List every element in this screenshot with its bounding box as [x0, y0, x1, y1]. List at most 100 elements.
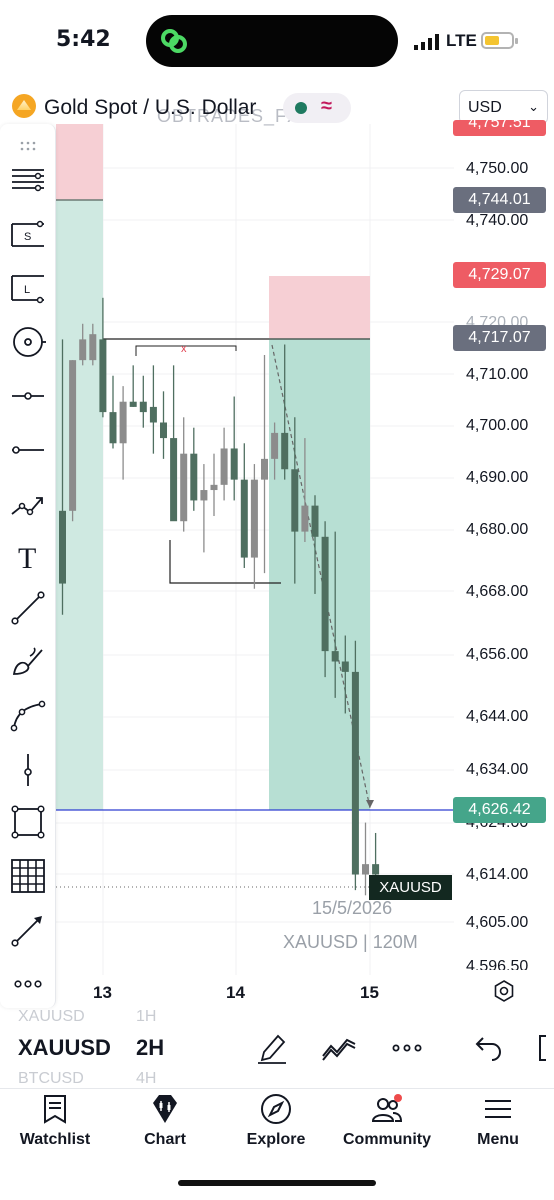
price-label: 4,700.00: [466, 417, 529, 434]
candle-body: [362, 864, 369, 875]
candle-body: [119, 401, 127, 444]
curve-tool-icon[interactable]: [10, 698, 46, 734]
gold-logo-icon: [12, 94, 36, 118]
community-icon: [371, 1094, 403, 1122]
target-tool-icon[interactable]: [10, 324, 46, 360]
market-status-pill[interactable]: ≈: [283, 93, 351, 123]
home-indicator: [178, 1180, 376, 1186]
stop-zone-2: [269, 276, 370, 339]
stop-zone-1: [56, 124, 103, 200]
tab-label: Menu: [477, 1131, 519, 1148]
undo-icon[interactable]: [468, 1030, 504, 1066]
horizontal-line-icon[interactable]: [10, 432, 46, 468]
candle-body: [59, 510, 66, 584]
price-label: 4,634.00: [466, 761, 529, 778]
long-position-tool-icon[interactable]: L: [10, 270, 46, 306]
vertical-line-icon[interactable]: [10, 752, 46, 788]
signal-icon: [414, 34, 439, 50]
svg-text:T: T: [18, 542, 36, 574]
price-label: 4,668.00: [466, 583, 529, 600]
candle-body: [281, 432, 289, 470]
ghost-resolution-above: 1H: [136, 1008, 157, 1025]
symbol-title[interactable]: Gold Spot / U.S. Dollar: [44, 96, 256, 120]
time-axis-label: 14: [226, 983, 245, 1002]
arrow-tool-icon[interactable]: [10, 912, 46, 948]
more-tools-icon[interactable]: [10, 966, 46, 1002]
candle-body: [190, 453, 198, 501]
symbol-header: OBTRADES_FX Gold Spot / U.S. Dollar ≈ US…: [0, 84, 554, 126]
candle-body: [291, 469, 299, 532]
menu-lines-tool-icon[interactable]: [10, 162, 46, 198]
compass-icon: [261, 1094, 291, 1124]
indicators-icon[interactable]: [321, 1030, 357, 1066]
interval-bar: XAUUSD 1H XAUUSD 2H BTCUSD 4H: [0, 1002, 554, 1088]
currency-select[interactable]: USD ⌄: [459, 90, 548, 124]
pen-icon[interactable]: [254, 1030, 290, 1066]
short-position-tool-icon[interactable]: S: [10, 216, 46, 252]
drawing-toolbar: S L T: [0, 124, 56, 1008]
battery-icon: [481, 32, 518, 49]
price-label: 4,605.00: [466, 914, 529, 931]
candle-body: [200, 490, 208, 501]
price-chart[interactable]: x 4,757.51 4,750.00 4,744.01 4,740.00 4,…: [0, 120, 554, 1002]
resolution-picker[interactable]: 2H: [136, 1035, 164, 1061]
tab-label: Explore: [246, 1131, 306, 1148]
watchlist-icon: [44, 1095, 66, 1124]
tab-community[interactable]: Community: [337, 1093, 437, 1153]
trend-angle-icon[interactable]: [10, 486, 46, 522]
price-label: 4,644.00: [466, 708, 529, 725]
fullscreen-icon[interactable]: [532, 1030, 554, 1066]
trend-line-icon[interactable]: [10, 590, 46, 626]
status-time: 5:42: [56, 27, 111, 52]
ghost-symbol-above: XAUUSD: [18, 1008, 85, 1025]
text-tool-icon[interactable]: T: [10, 538, 46, 575]
candle-body: [99, 339, 107, 413]
candle-body: [250, 479, 258, 558]
menu-icon: [485, 1100, 511, 1118]
rectangle-tool-icon[interactable]: [10, 804, 46, 840]
tab-chart[interactable]: Chart: [115, 1093, 215, 1153]
tab-label: Community: [343, 1131, 431, 1148]
candle-body: [301, 505, 309, 532]
price-label: 4,740.00: [466, 212, 529, 229]
svg-text:S: S: [24, 231, 31, 243]
candle-body: [129, 401, 137, 407]
chevron-down-icon: ⌄: [528, 99, 539, 114]
drag-handle-icon[interactable]: [10, 128, 46, 151]
tab-menu[interactable]: Menu: [448, 1093, 548, 1153]
top-cut-tag: 4,757.51: [453, 120, 546, 136]
horizontal-ray-icon[interactable]: [10, 378, 46, 414]
chart-settings-icon[interactable]: [493, 980, 515, 1002]
price-label: 4,656.00: [466, 646, 529, 663]
link-app-icon: [161, 29, 187, 53]
status-bar: 5:42 LTE: [0, 0, 554, 84]
tab-label: Chart: [144, 1131, 186, 1148]
candle-body: [139, 401, 147, 413]
ghost-resolution-below: 4H: [136, 1070, 157, 1086]
candle-body: [372, 864, 380, 875]
dynamic-island: [146, 15, 398, 67]
candle-body: [321, 536, 329, 652]
chart-canvas[interactable]: x: [0, 124, 554, 976]
candle-body: [331, 651, 339, 662]
candle-body: [149, 406, 157, 423]
tab-explore[interactable]: Explore: [226, 1093, 326, 1153]
candle-body: [79, 339, 87, 361]
more-options-icon[interactable]: [389, 1030, 425, 1066]
last-price-tag: 4,626.42: [453, 797, 546, 823]
candle-body: [341, 661, 349, 672]
candle-body: [210, 484, 218, 491]
candle-body: [220, 448, 228, 485]
candle-body: [351, 671, 359, 875]
symbol-picker[interactable]: XAUUSD: [18, 1035, 111, 1061]
candle-body: [109, 412, 117, 444]
candle-body: [180, 453, 188, 522]
price-label: 4,614.00: [466, 866, 529, 883]
range-x-marker: x: [181, 343, 187, 355]
tab-watchlist[interactable]: Watchlist: [5, 1093, 105, 1153]
symbol-price-tag: XAUUSD: [369, 875, 452, 900]
market-open-dot: [295, 102, 307, 114]
brush-icon[interactable]: [10, 644, 46, 680]
grid-tool-icon[interactable]: [10, 858, 46, 894]
overlay-symbol: XAUUSD | 120M: [283, 932, 418, 952]
